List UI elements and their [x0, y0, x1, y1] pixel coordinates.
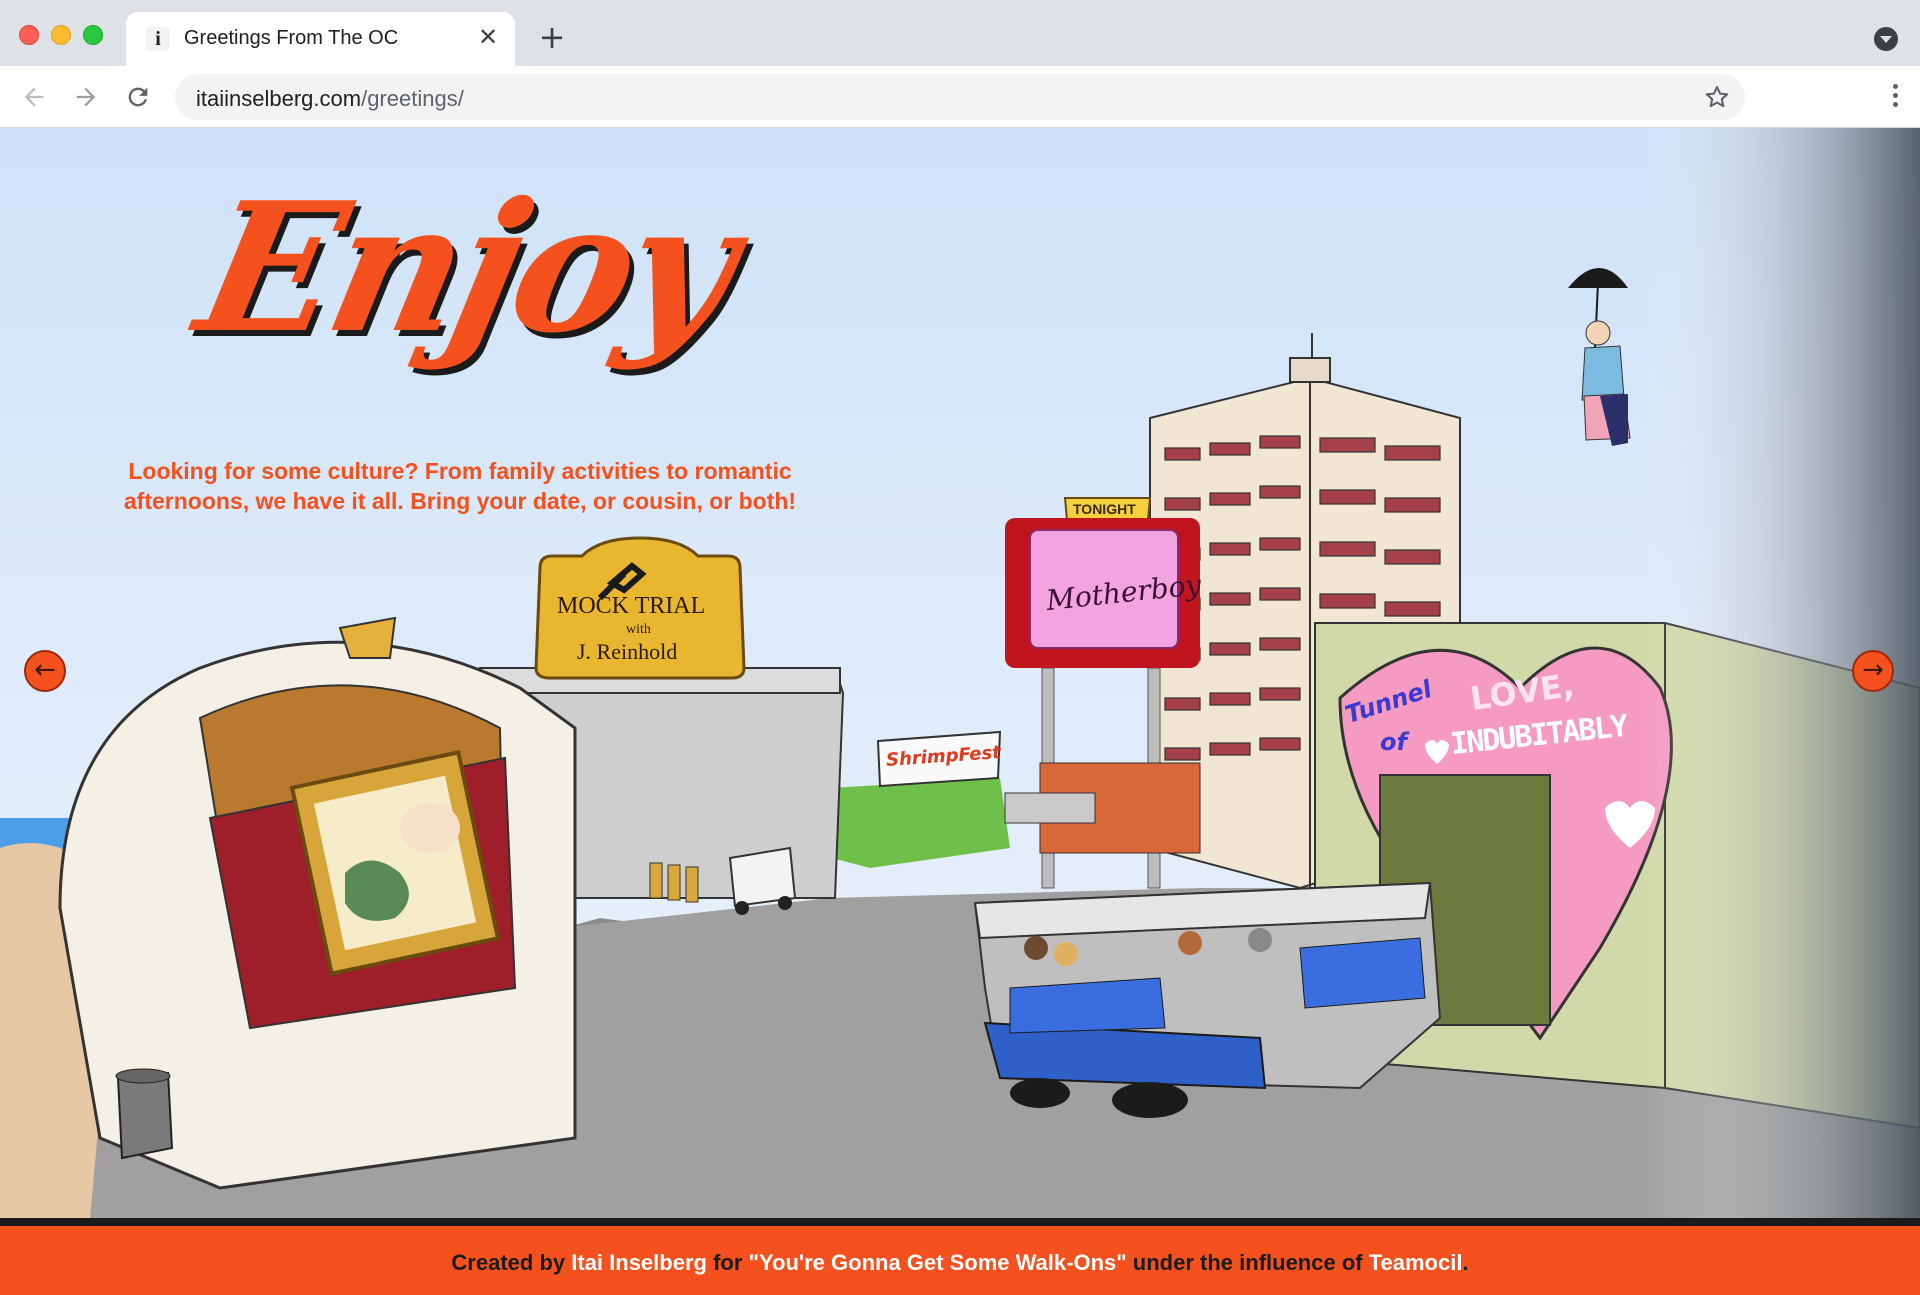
teamocil-link[interactable]: Teamocil [1369, 1250, 1463, 1275]
episode-link[interactable]: "You're Gonna Get Some Walk-Ons" [749, 1250, 1127, 1275]
forward-arrow-icon[interactable] [69, 80, 103, 114]
back-arrow-icon[interactable] [17, 80, 51, 114]
footer-influence: under the influence of [1126, 1250, 1369, 1275]
address-bar[interactable]: itaiinselberg.com/greetings/ [175, 74, 1745, 120]
next-slide-button[interactable]: → [1852, 650, 1894, 692]
bookmark-star-icon[interactable] [1703, 83, 1731, 111]
reload-icon[interactable] [121, 80, 155, 114]
profile-menu-icon[interactable] [1874, 27, 1898, 51]
previous-slide-button[interactable]: ← [24, 650, 66, 692]
window-minimize-button[interactable] [51, 25, 71, 45]
site-footer: Created by Itai Inselberg for "You're Go… [0, 1218, 1920, 1295]
tonight-sign: TONIGHT [1073, 501, 1136, 517]
url-host: itaiinselberg.com [196, 86, 362, 111]
url-path: /greetings/ [361, 86, 464, 111]
browser-tab-active[interactable]: i Greetings From The OC ✕ [126, 12, 515, 66]
page-content: MOCK TRIAL with J. Reinhold TONIGHT Moth… [0, 128, 1920, 1295]
scene-illustration: MOCK TRIAL with J. Reinhold TONIGHT Moth… [0, 128, 1920, 1218]
new-tab-button[interactable]: + [536, 21, 568, 54]
favicon-icon: i [146, 27, 170, 51]
mock-trial-sign-line3: J. Reinhold [577, 639, 678, 664]
footer-period: . [1462, 1250, 1469, 1275]
footer-credit: Created by Itai Inselberg for "You're Go… [0, 1226, 1920, 1276]
window-close-button[interactable] [19, 25, 39, 45]
author-link[interactable]: Itai Inselberg [571, 1250, 707, 1275]
browser-menu-icon[interactable] [1888, 80, 1902, 114]
tab-close-icon[interactable]: ✕ [475, 24, 501, 50]
url-text[interactable]: itaiinselberg.com/greetings/ [196, 86, 464, 112]
window-maximize-button[interactable] [83, 25, 103, 45]
tunnel-sign-line2: of [1380, 728, 1407, 756]
mock-trial-sign-line1: MOCK TRIAL [557, 593, 706, 619]
tab-title: Greetings From The OC [184, 27, 399, 49]
footer-created-by: Created by [451, 1250, 572, 1275]
hero-tagline: Looking for some culture? From family ac… [123, 458, 797, 514]
browser-toolbar: itaiinselberg.com/greetings/ [0, 66, 1920, 128]
mock-trial-sign-line2: with [626, 622, 651, 637]
footer-for: for [706, 1250, 749, 1275]
hero-title: Enjoy [182, 163, 749, 372]
browser-tab-bar: i Greetings From The OC ✕ + [0, 0, 1920, 66]
